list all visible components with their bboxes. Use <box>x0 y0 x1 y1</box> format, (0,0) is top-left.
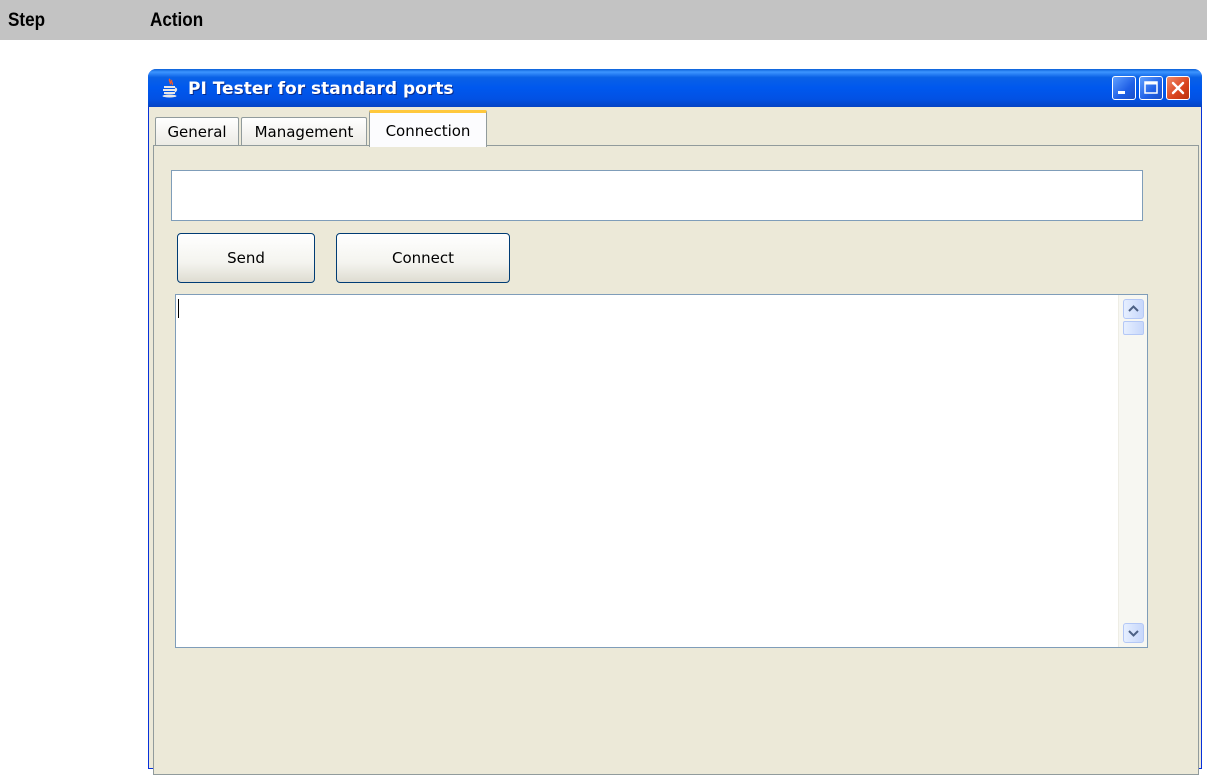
java-cup-icon <box>162 78 178 98</box>
chevron-up-icon <box>1128 305 1139 312</box>
output-text-area[interactable] <box>175 294 1148 648</box>
scroll-down-button[interactable] <box>1123 623 1144 643</box>
maximize-icon <box>1144 81 1158 94</box>
application-window: PI Tester for standard ports General Man… <box>148 69 1202 775</box>
minimize-button[interactable] <box>1112 76 1136 100</box>
connect-button[interactable]: Connect <box>336 233 510 283</box>
column-header-action: Action <box>150 10 204 31</box>
column-header-step: Step <box>8 10 46 31</box>
maximize-button[interactable] <box>1139 76 1163 100</box>
close-icon <box>1171 81 1185 95</box>
tab-connection[interactable]: Connection <box>369 110 487 147</box>
vertical-scrollbar[interactable] <box>1118 295 1147 647</box>
chevron-down-icon <box>1128 630 1139 637</box>
message-input[interactable] <box>171 170 1143 221</box>
tab-general[interactable]: General <box>155 117 239 145</box>
tab-management[interactable]: Management <box>241 117 367 145</box>
send-button[interactable]: Send <box>177 233 315 283</box>
window-title: PI Tester for standard ports <box>188 79 454 99</box>
close-button[interactable] <box>1166 76 1190 100</box>
minimize-icon <box>1118 91 1125 94</box>
scroll-thumb[interactable] <box>1123 321 1144 335</box>
scroll-up-button[interactable] <box>1123 299 1144 319</box>
document-table-header: Step Action <box>0 0 1207 40</box>
title-bar[interactable]: PI Tester for standard ports <box>148 69 1202 107</box>
text-caret <box>178 299 179 318</box>
